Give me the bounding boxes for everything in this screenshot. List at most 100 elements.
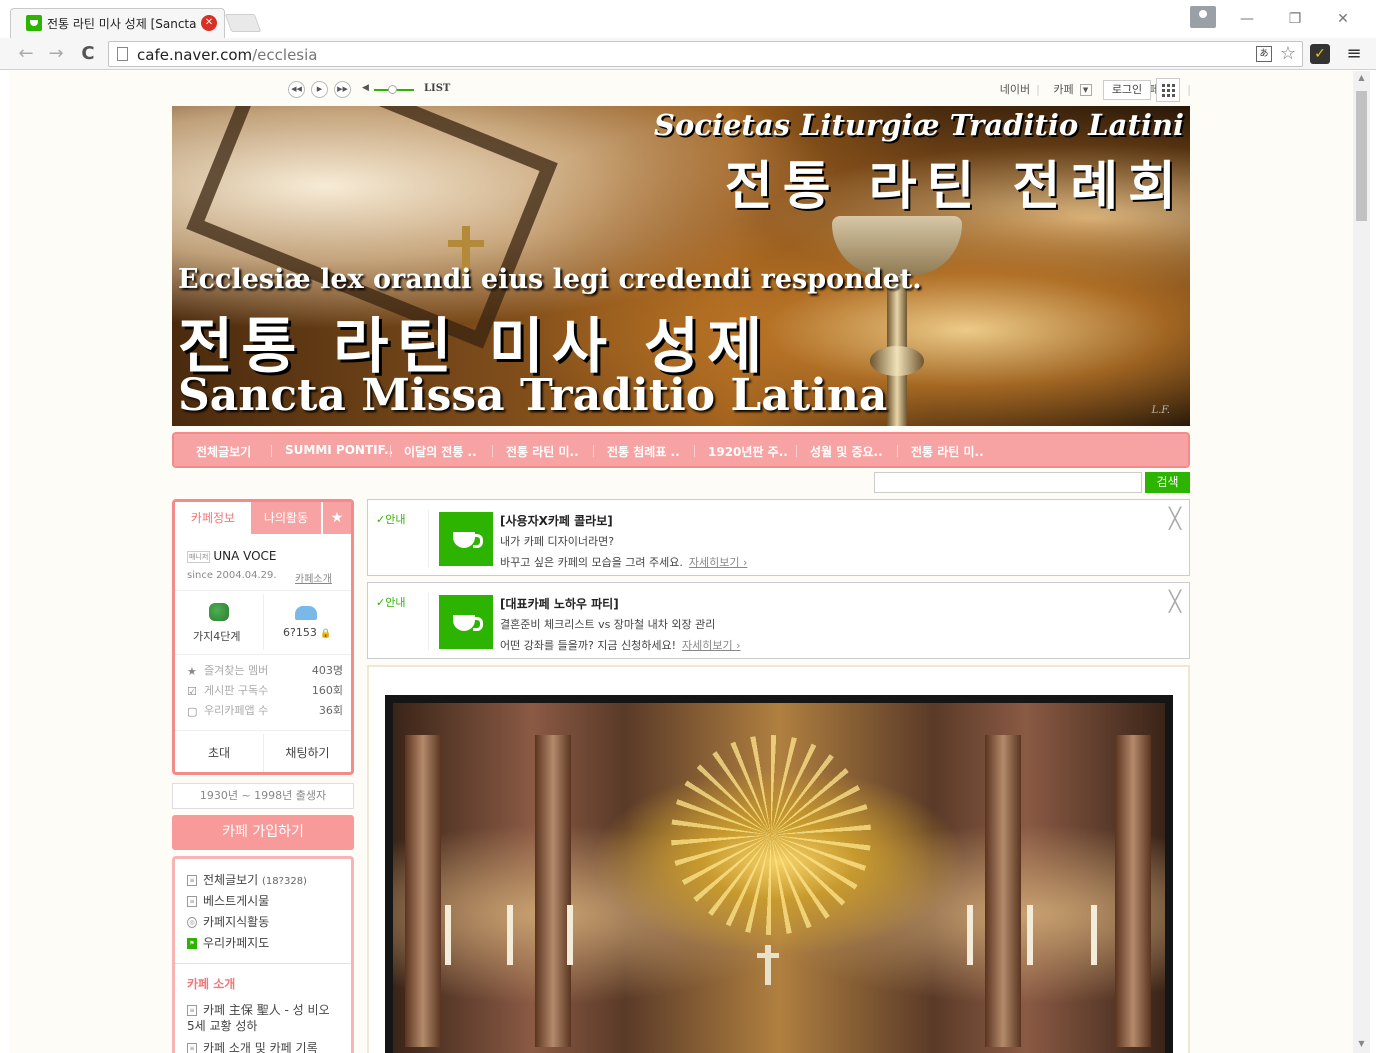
stat-row-favorite-members: ★ 즐겨찾는 멤버 403명: [187, 662, 343, 678]
member-count[interactable]: 6?153 🔒: [283, 626, 332, 639]
chevron-down-icon[interactable]: ▼: [1079, 84, 1092, 96]
cafe-search-input[interactable]: [874, 472, 1142, 493]
tab-close-icon[interactable]: ✕: [201, 15, 217, 31]
scrollbar-thumb[interactable]: [1356, 91, 1367, 221]
menu-patron-saint[interactable]: ≡ 카페 主保 聖人 - 성 비오: [187, 1001, 330, 1018]
tab-my-activity[interactable]: 나의활동: [251, 502, 321, 534]
notice-text: 어떤 강좌를 들을까? 지금 신청하세요! 자세히보기 ›: [500, 637, 741, 653]
banner-korean-title: 전통 라틴 전례회: [724, 157, 1186, 217]
close-icon[interactable]: ╳: [1169, 589, 1181, 613]
map-icon: ⚑: [187, 938, 197, 949]
browser-menu-icon[interactable]: ≡: [1344, 44, 1364, 64]
next-track-icon[interactable]: ▶▶: [334, 81, 351, 98]
main-content: [367, 665, 1190, 1053]
cafe-banner[interactable]: Societas Liturgiæ Traditio Latini 전통 라틴 …: [172, 106, 1190, 426]
stat-row-board-subscriptions: ☑ 게시판 구독수 160회: [187, 682, 343, 698]
divider: [175, 963, 351, 964]
close-icon[interactable]: ╳: [1169, 506, 1181, 530]
stat-label: 즐겨찾는 멤버: [204, 664, 269, 677]
login-button[interactable]: 로그인: [1103, 80, 1151, 100]
list-icon: ≡: [187, 896, 197, 907]
menu-cafe-map[interactable]: ⚑ 우리카페지도: [187, 934, 269, 951]
forward-arrow-icon[interactable]: →: [44, 42, 68, 66]
menu-count: (18?328): [262, 876, 307, 887]
divider: [175, 590, 351, 591]
chat-button[interactable]: 채팅하기: [263, 734, 351, 772]
column-decoration: [985, 735, 1021, 1047]
menu-best-posts[interactable]: ≡ 베스트게시물: [187, 892, 269, 909]
cafe-since: since 2004.04.29.: [187, 570, 277, 581]
browser-tab-strip: 전통 라틴 미사 성제 [Sancta Missa Traditio Latin…: [0, 0, 1376, 38]
window-close-button[interactable]: ✕: [1328, 8, 1358, 30]
prev-track-icon[interactable]: ◀◀: [288, 81, 305, 98]
extension-icon[interactable]: ✓: [1310, 44, 1330, 64]
cafe-manager[interactable]: 매니저 UNA VOCE: [187, 549, 277, 563]
minimize-button[interactable]: —: [1232, 8, 1262, 30]
list-icon: ≡: [187, 1005, 197, 1016]
divider: [428, 593, 429, 650]
candle: [507, 905, 513, 965]
tab-cafe-info[interactable]: 카페정보: [175, 502, 251, 534]
menu-patron-saint-cont[interactable]: 5세 교황 성하: [187, 1017, 257, 1034]
stat-value: 403명: [311, 664, 343, 677]
sidebar-tabs: 카페정보 나의활동 ★: [175, 502, 351, 536]
menu-item-all-posts[interactable]: 전체글보기: [196, 443, 251, 460]
notice-title[interactable]: [사용자X카페 콜라보]: [500, 512, 613, 529]
menu-label: 우리카페지도: [203, 936, 270, 950]
restore-button[interactable]: ❐: [1280, 8, 1310, 30]
menu-cafe-intro-records[interactable]: ≡ 카페 소개 및 카페 기록: [187, 1039, 318, 1053]
profile-icon[interactable]: [1190, 6, 1216, 28]
menu-knowledge[interactable]: ◎ 카페지식활동: [187, 913, 269, 930]
search-button[interactable]: 검색: [1145, 472, 1190, 493]
menu-item-latin-mass-1[interactable]: 전통 라틴 미..: [506, 443, 579, 460]
browser-toolbar: ← → C cafe.naver.com/ecclesia あ ☆ ✓ ≡: [0, 38, 1376, 70]
divider: [694, 445, 695, 457]
scroll-down-icon[interactable]: ▼: [1353, 1039, 1370, 1053]
invite-button[interactable]: 초대: [175, 734, 263, 772]
altar-photo[interactable]: [385, 695, 1173, 1053]
join-cafe-button[interactable]: 카페 가입하기: [172, 815, 354, 850]
playlist-button[interactable]: LIST: [424, 83, 450, 94]
notice-badge: ✓안내: [376, 513, 406, 526]
menu-item-months[interactable]: 성월 및 중요..: [810, 443, 883, 460]
browser-tab[interactable]: 전통 라틴 미사 성제 [Sancta Missa Traditio Latin…: [10, 8, 225, 38]
candle: [1091, 905, 1097, 965]
notice-title[interactable]: [대표카페 노하우 파티]: [500, 595, 619, 612]
candle: [567, 905, 573, 965]
reload-icon[interactable]: C: [76, 42, 100, 66]
members-icon: [295, 606, 317, 620]
cafe-intro-link[interactable]: 카페소개: [295, 570, 332, 585]
menu-item-latin-mass-2[interactable]: 전통 라틴 미..: [911, 443, 984, 460]
menu-item-1920[interactable]: 1920년판 주..: [708, 443, 788, 460]
scroll-up-icon[interactable]: ▲: [1353, 73, 1370, 87]
page-scrollbar[interactable]: ▲ ▼: [1353, 71, 1370, 1053]
menu-all-posts[interactable]: ≡ 전체글보기 (18?328): [187, 871, 307, 888]
column-decoration: [1115, 735, 1151, 1047]
divider: [263, 594, 264, 650]
cafe-level[interactable]: 가지4단계: [193, 628, 240, 644]
naver-link[interactable]: 네이버: [1000, 83, 1030, 96]
menu-item-summi-pontif[interactable]: SUMMI PONTIF..: [285, 443, 393, 457]
bookmark-star-icon[interactable]: ☆: [1280, 43, 1296, 64]
menu-item-this-month[interactable]: 이달의 전통 ..: [404, 443, 477, 460]
cafe-cup-icon[interactable]: [439, 595, 493, 649]
stat-label: 우리카페앱 수: [204, 704, 269, 717]
favorite-star-icon[interactable]: ★: [323, 502, 351, 534]
more-link[interactable]: 자세히보기 ›: [682, 639, 741, 652]
address-bar[interactable]: cafe.naver.com/ecclesia あ ☆: [108, 41, 1303, 67]
cafe-info-card: 카페정보 나의활동 ★ 매니저 UNA VOCE since 2004.04.29…: [172, 499, 354, 775]
knowledge-icon: ◎: [187, 917, 197, 928]
apps-grid-icon[interactable]: [1156, 78, 1180, 102]
divider: [593, 445, 594, 457]
play-icon[interactable]: ▶: [311, 81, 328, 98]
more-link[interactable]: 자세히보기 ›: [689, 556, 748, 569]
notice-box-collab: ✓안내 [사용자X카페 콜라보] 내가 카페 디자이너라면? 바꾸고 싶은 카페…: [367, 499, 1190, 576]
cafe-cup-icon[interactable]: [439, 512, 493, 566]
back-arrow-icon[interactable]: ←: [14, 42, 38, 66]
new-tab-button[interactable]: [224, 14, 262, 32]
volume-knob[interactable]: [388, 85, 397, 94]
menu-item-calendar[interactable]: 전통 첨례표 ..: [607, 443, 680, 460]
url-text[interactable]: cafe.naver.com/ecclesia: [137, 46, 317, 64]
translate-icon[interactable]: あ: [1256, 46, 1272, 62]
cafe-link[interactable]: 카페 ▼: [1049, 83, 1095, 96]
